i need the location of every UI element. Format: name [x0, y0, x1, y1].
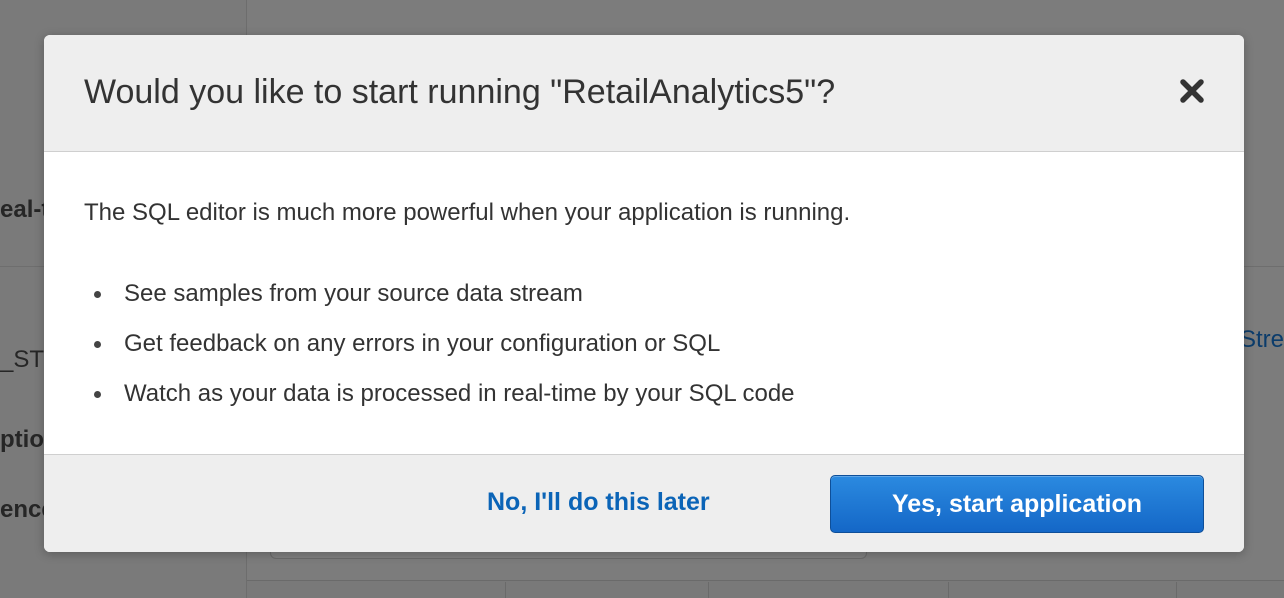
- background-table-divider: [1176, 582, 1177, 598]
- list-item-text: Get feedback on any errors in your confi…: [124, 330, 721, 357]
- list-item: See samples from your source data stream: [84, 278, 795, 328]
- background-options-fragment: ptio: [0, 426, 44, 453]
- list-item-text: Watch as your data is processed in real-…: [124, 380, 795, 407]
- dialog-intro-text: The SQL editor is much more powerful whe…: [84, 199, 851, 226]
- bullet-dot-icon: [94, 341, 101, 348]
- close-button[interactable]: [1178, 77, 1206, 105]
- background-stream-link: Strea: [1240, 326, 1284, 353]
- dialog-body: The SQL editor is much more powerful whe…: [44, 152, 1244, 454]
- bullet-dot-icon: [94, 391, 101, 398]
- bullet-dot-icon: [94, 291, 101, 298]
- background-table: [247, 580, 1284, 598]
- background-realtime-fragment: eal-t: [0, 196, 50, 223]
- list-item: Get feedback on any errors in your confi…: [84, 328, 795, 378]
- dialog-footer: No, I'll do this later Yes, start applic…: [44, 454, 1244, 552]
- dialog-header: Would you like to start running "RetailA…: [44, 35, 1244, 152]
- background-table-divider: [948, 582, 949, 598]
- background-table-divider: [505, 582, 506, 598]
- background-table-divider: [708, 582, 709, 598]
- benefits-list: See samples from your source data stream…: [84, 278, 795, 428]
- start-application-dialog: Would you like to start running "RetailA…: [44, 35, 1244, 552]
- start-application-button[interactable]: Yes, start application: [830, 475, 1204, 533]
- list-item-text: See samples from your source data stream: [124, 280, 583, 307]
- do-later-button[interactable]: No, I'll do this later: [487, 488, 710, 517]
- dialog-title: Would you like to start running "RetailA…: [84, 73, 836, 111]
- list-item: Watch as your data is processed in real-…: [84, 378, 795, 428]
- close-icon[interactable]: [1178, 77, 1206, 105]
